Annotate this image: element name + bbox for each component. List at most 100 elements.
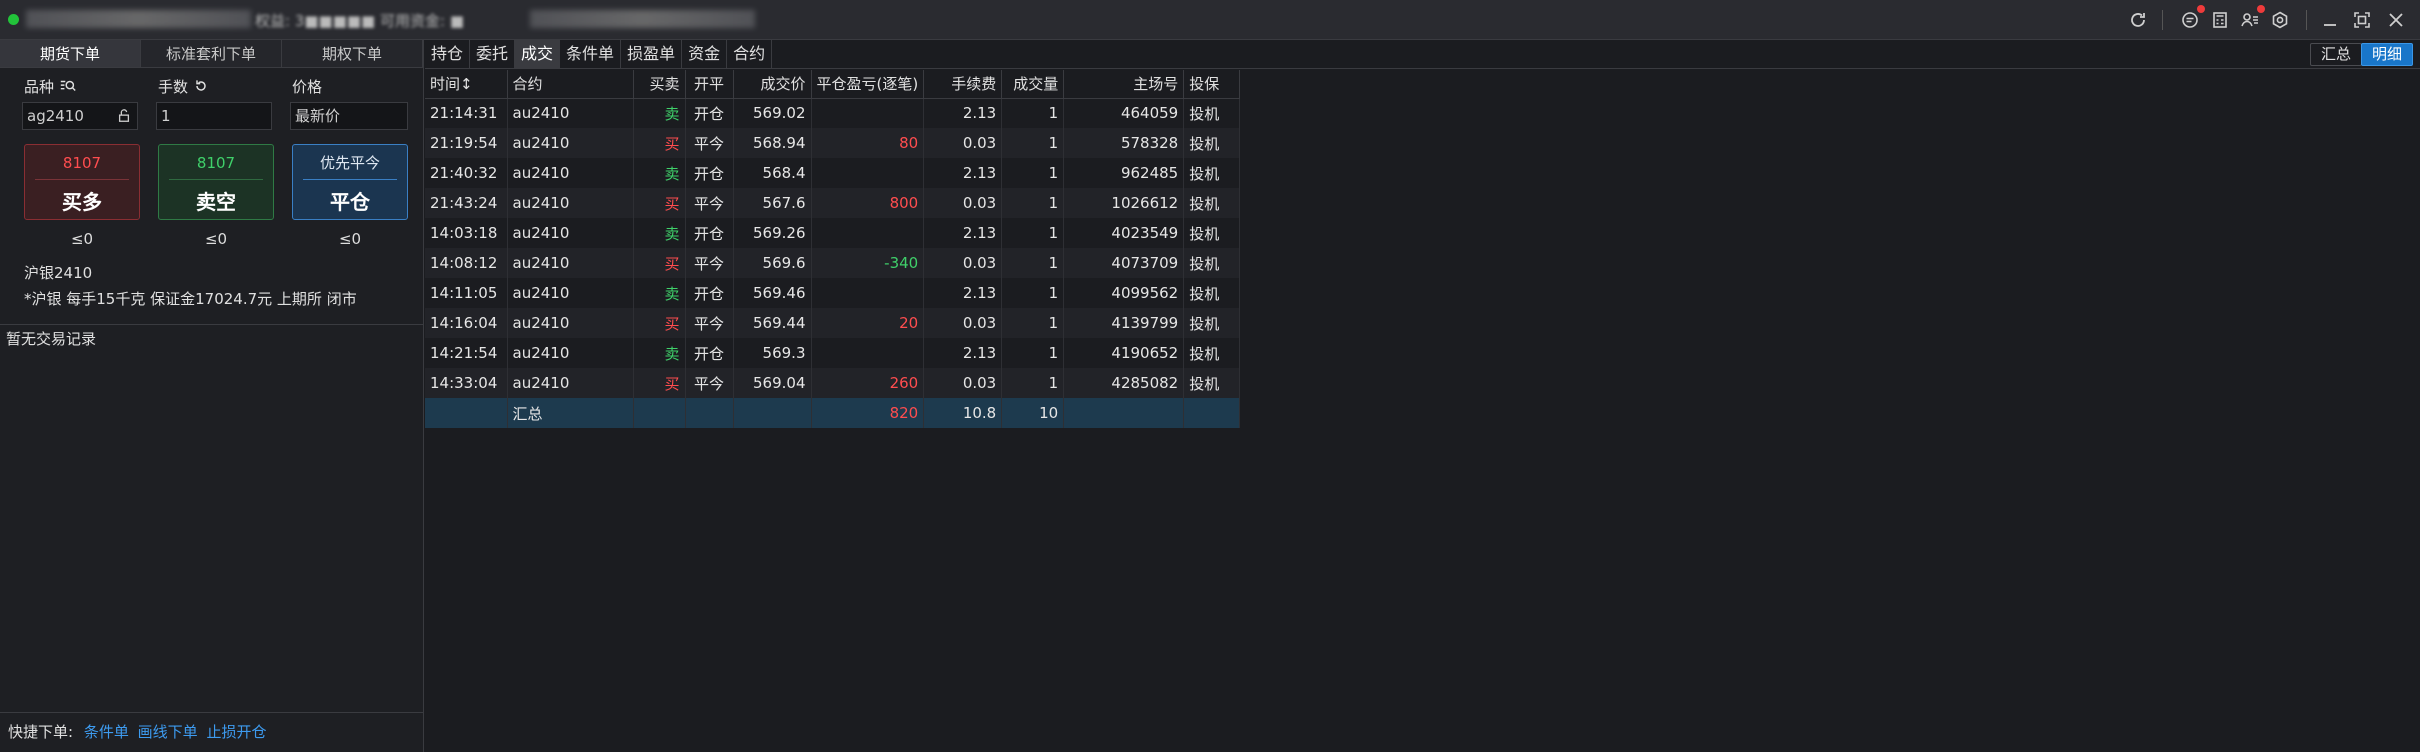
col-price[interactable]: 成交价 xyxy=(733,70,812,99)
cell-fee: 2.13 xyxy=(923,278,1003,308)
cell-qty: 1 xyxy=(1001,338,1065,368)
tab-positions[interactable]: 持仓 xyxy=(425,40,471,68)
cell-price: 567.6 xyxy=(733,188,812,218)
summary-cell-6: 10.8 xyxy=(923,398,1003,428)
col-fee[interactable]: 手续费 xyxy=(923,70,1003,99)
trade-panel: 持仓 委托 成交 条件单 损盈单 资金 合约 汇总 明细 时间↕ 合约 买卖 开… xyxy=(425,40,2420,752)
col-trade-id[interactable]: 主场号 xyxy=(1063,70,1185,99)
cell-side: 卖 xyxy=(633,278,686,308)
cell-qty: 1 xyxy=(1001,278,1065,308)
account-info-blurred xyxy=(530,10,755,28)
cell-qty: 1 xyxy=(1001,188,1065,218)
col-pnl[interactable]: 平仓盈亏(逐笔) xyxy=(811,70,925,99)
cell-price: 569.02 xyxy=(733,98,812,128)
table-row[interactable]: 14:21:54 au2410 卖开仓 569.3 2.13 1 4190652 投机 xyxy=(425,338,1241,368)
col-contract[interactable]: 合约 xyxy=(507,70,634,99)
sell-short-button[interactable]: 8107 卖空 xyxy=(158,144,274,220)
tab-contracts[interactable]: 合约 xyxy=(727,40,773,68)
cell-side: 买 xyxy=(633,308,686,338)
cell-time: 14:11:05 xyxy=(425,278,508,308)
order-panel: 期货下单 标准套利下单 期权下单 品种 手数 价格 ag2410 1 最新价 8… xyxy=(0,40,424,752)
tab-funds[interactable]: 资金 xyxy=(682,40,728,68)
table-row[interactable]: 14:08:12 au2410 买平今 569.6 -340 0.03 1 4073709 投机 xyxy=(425,248,1241,278)
cell-price: 569.3 xyxy=(733,338,812,368)
cell-oc: 开仓 xyxy=(685,278,734,308)
unlock-icon[interactable] xyxy=(117,103,131,132)
lots-input[interactable]: 1 xyxy=(156,102,272,130)
maximize-icon[interactable] xyxy=(2350,8,2374,32)
table-row[interactable]: 14:16:04 au2410 买平今 569.44 20 0.03 1 4139799 投机 xyxy=(425,308,1241,338)
cell-qty: 1 xyxy=(1001,368,1065,398)
table-row[interactable]: 21:19:54 au2410 买平今 568.94 80 0.03 1 578328 投机 xyxy=(425,128,1241,158)
cell-oc: 平今 xyxy=(685,128,734,158)
tab-arbitrage-order[interactable]: 标准套利下单 xyxy=(141,40,282,67)
tab-stop-profit-loss[interactable]: 损盈单 xyxy=(621,40,683,68)
close-priority: 优先平今 xyxy=(319,154,380,172)
minimize-icon[interactable] xyxy=(2318,8,2342,32)
cell-time: 21:19:54 xyxy=(425,128,508,158)
cell-oc: 平今 xyxy=(685,368,734,398)
cell-qty: 1 xyxy=(1001,158,1065,188)
cell-price: 568.4 xyxy=(733,158,812,188)
table-row[interactable]: 14:03:18 au2410 卖开仓 569.26 2.13 1 4023549 投机 xyxy=(425,218,1241,248)
cell-id: 4023549 xyxy=(1063,218,1185,248)
cell-hedge: 投机 xyxy=(1183,368,1241,398)
cell-contract: au2410 xyxy=(507,278,634,308)
calculator-icon[interactable] xyxy=(2208,8,2232,32)
cell-fee: 2.13 xyxy=(923,98,1003,128)
cell-side: 卖 xyxy=(633,158,686,188)
table-row[interactable]: 21:14:31 au2410 卖开仓 569.02 2.13 1 464059 投机 xyxy=(425,98,1241,128)
message-icon[interactable] xyxy=(2178,5,2205,32)
close-icon[interactable] xyxy=(2384,8,2408,32)
summary-view-button[interactable]: 汇总 xyxy=(2310,43,2363,66)
summary-cell-8 xyxy=(1063,398,1185,428)
cell-id: 464059 xyxy=(1063,98,1185,128)
col-hedge[interactable]: 投保 xyxy=(1183,70,1241,99)
buy-limit: ≤0 xyxy=(70,230,94,248)
cell-pnl xyxy=(811,278,925,308)
sell-label: 卖空 xyxy=(196,190,236,214)
cell-time: 14:03:18 xyxy=(425,218,508,248)
settings-icon[interactable] xyxy=(2268,8,2292,32)
cell-time: 14:33:04 xyxy=(425,368,508,398)
cell-id: 4139799 xyxy=(1063,308,1185,338)
reset-icon[interactable] xyxy=(193,78,209,94)
refresh-icon[interactable] xyxy=(2126,8,2150,32)
table-row[interactable]: 21:43:24 au2410 买平今 567.6 800 0.03 1 1026612 投机 xyxy=(425,188,1241,218)
close-position-button[interactable]: 优先平今 平仓 xyxy=(292,144,408,220)
stop-loss-open-link[interactable]: 止损开仓 xyxy=(206,723,266,741)
buy-price: 8107 xyxy=(62,154,102,172)
trades-table: 时间↕ 合约 买卖 开平 成交价 平仓盈亏(逐笔) 手续费 成交量 主场号 投保… xyxy=(425,70,1241,428)
tab-orders[interactable]: 委托 xyxy=(470,40,516,68)
price-input[interactable]: 最新价 xyxy=(290,102,408,130)
cell-side: 卖 xyxy=(633,338,686,368)
quick-order-bar: 快捷下单: 条件单 画线下单 止损开仓 xyxy=(0,712,424,752)
cell-side: 买 xyxy=(633,188,686,218)
cell-hedge: 投机 xyxy=(1183,98,1241,128)
search-list-icon[interactable] xyxy=(59,77,77,95)
draw-line-order-link[interactable]: 画线下单 xyxy=(138,723,198,741)
table-row[interactable]: 14:33:04 au2410 买平今 569.04 260 0.03 1 4285082 投机 xyxy=(425,368,1241,398)
col-open-close[interactable]: 开平 xyxy=(685,70,734,99)
conditional-order-link[interactable]: 条件单 xyxy=(84,723,129,741)
cell-side: 买 xyxy=(633,128,686,158)
cell-fee: 0.03 xyxy=(923,308,1003,338)
tab-trades[interactable]: 成交 xyxy=(515,40,561,68)
tab-conditional[interactable]: 条件单 xyxy=(560,40,622,68)
tab-options-order[interactable]: 期权下单 xyxy=(282,40,423,67)
table-row[interactable]: 21:40:32 au2410 卖开仓 568.4 2.13 1 962485 投机 xyxy=(425,158,1241,188)
cell-time: 21:43:24 xyxy=(425,188,508,218)
detail-view-button[interactable]: 明细 xyxy=(2361,43,2414,66)
buy-label: 买多 xyxy=(62,190,102,214)
user-list-icon[interactable] xyxy=(2238,5,2265,32)
summary-cell-5: 820 xyxy=(811,398,925,428)
tab-futures-order[interactable]: 期货下单 xyxy=(0,40,141,67)
col-time[interactable]: 时间↕ xyxy=(425,70,508,99)
summary-cell-7: 10 xyxy=(1001,398,1065,428)
col-side[interactable]: 买卖 xyxy=(633,70,686,99)
table-row[interactable]: 14:11:05 au2410 卖开仓 569.46 2.13 1 4099562 投机 xyxy=(425,278,1241,308)
cell-pnl xyxy=(811,218,925,248)
contract-input[interactable]: ag2410 xyxy=(22,102,138,130)
buy-long-button[interactable]: 8107 买多 xyxy=(24,144,140,220)
col-qty[interactable]: 成交量 xyxy=(1001,70,1065,99)
